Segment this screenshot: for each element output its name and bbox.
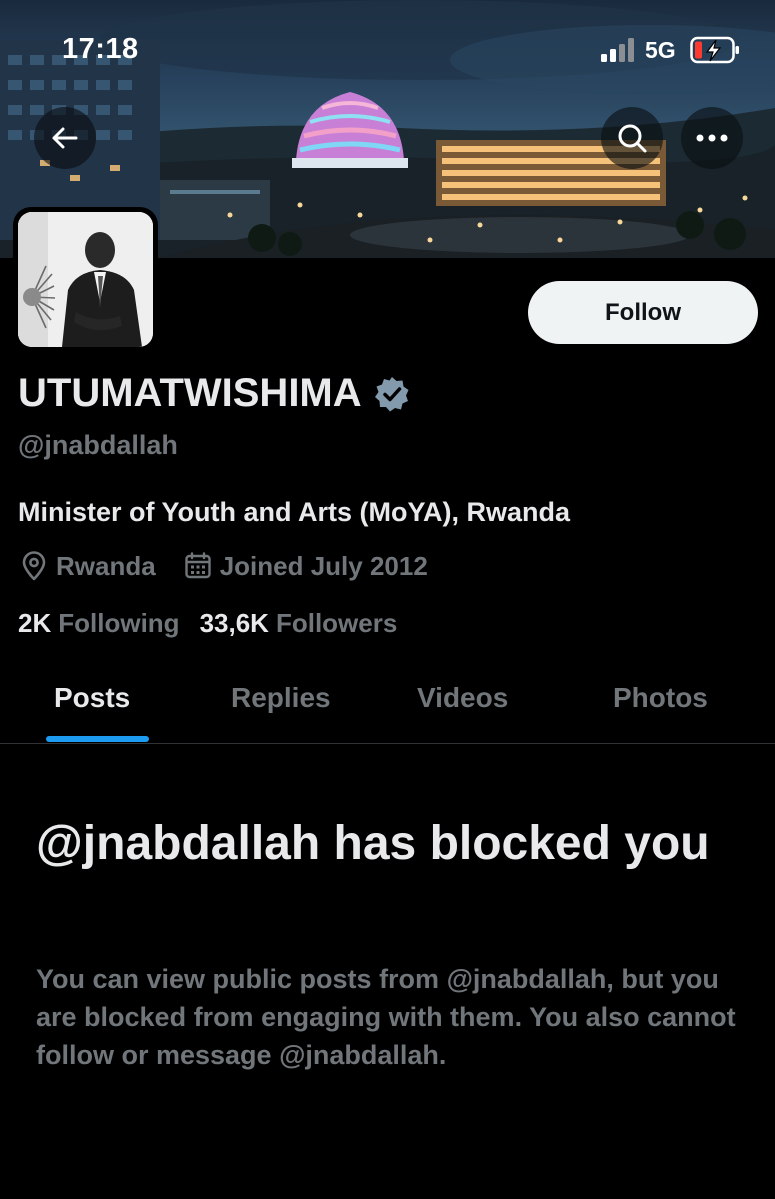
profile-screen: 17:18 5G Follow UTUMATWISHIMA @jnabdalla… bbox=[0, 0, 775, 1199]
back-button[interactable] bbox=[34, 107, 96, 169]
blocked-description: You can view public posts from @jnabdall… bbox=[36, 964, 736, 1070]
more-icon bbox=[696, 134, 728, 142]
followers-count: 33,6K bbox=[199, 608, 269, 638]
location-text: Rwanda bbox=[56, 550, 156, 581]
joined-text: Joined July 2012 bbox=[219, 550, 428, 581]
more-options-button[interactable] bbox=[681, 107, 743, 169]
following-stat[interactable]: 2K Following bbox=[18, 608, 180, 639]
profile-meta: Rwanda Joined July 2012 bbox=[20, 549, 456, 583]
joined-item: Joined July 2012 bbox=[184, 551, 428, 582]
following-count: 2K bbox=[18, 608, 52, 638]
followers-stat[interactable]: 33,6K Followers bbox=[200, 608, 398, 639]
avatar-photo-image bbox=[18, 212, 153, 347]
signal-icon bbox=[601, 38, 634, 62]
followers-label: Followers bbox=[275, 608, 398, 638]
tab-videos[interactable]: Videos bbox=[417, 682, 508, 714]
display-name-text: UTUMATWISHIMA bbox=[18, 371, 362, 415]
user-handle: @jnabdallah bbox=[18, 430, 178, 460]
back-arrow-icon bbox=[52, 127, 78, 149]
active-tab-indicator bbox=[46, 736, 149, 742]
search-icon bbox=[618, 124, 647, 153]
search-button[interactable] bbox=[601, 107, 663, 169]
profile-bio: Minister of Youth and Arts (MoYA), Rwand… bbox=[18, 497, 571, 527]
profile-tabs: Posts Replies Videos Photos bbox=[0, 660, 775, 744]
display-name: UTUMATWISHIMA bbox=[18, 371, 410, 416]
tab-posts[interactable]: Posts bbox=[54, 682, 130, 714]
profile-avatar[interactable] bbox=[13, 207, 158, 352]
battery-charging-icon bbox=[690, 36, 739, 64]
tab-replies[interactable]: Replies bbox=[231, 682, 331, 714]
tab-photos[interactable]: Photos bbox=[613, 682, 708, 714]
network-type: 5G bbox=[645, 37, 676, 63]
status-time: 17:18 bbox=[62, 33, 139, 65]
location-item: Rwanda bbox=[20, 551, 156, 582]
calendar-icon bbox=[184, 552, 211, 579]
follow-button[interactable]: Follow bbox=[528, 281, 758, 344]
blocked-title: @jnabdallah has blocked you bbox=[36, 817, 710, 870]
following-label: Following bbox=[58, 608, 180, 638]
status-bar: 17:18 5G bbox=[0, 0, 775, 80]
verified-badge-icon[interactable] bbox=[374, 376, 410, 412]
follow-stats: 2K Following 33,6K Followers bbox=[18, 608, 417, 639]
location-pin-icon bbox=[22, 551, 46, 581]
